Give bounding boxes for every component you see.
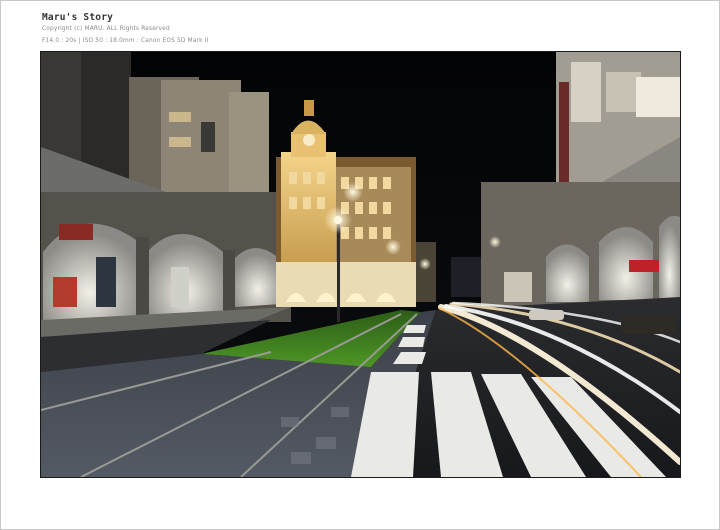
page-title: Maru's Story xyxy=(42,12,114,23)
night-street-photo xyxy=(41,52,680,477)
photo-frame xyxy=(40,51,681,478)
exif-line: F14.0 : 20s | ISO 50 : 18.0mm : Canon EO… xyxy=(42,38,209,44)
parked-car xyxy=(621,314,676,334)
copyright-line: Copyright (c) MARU. ALL Rights Reserved xyxy=(42,26,170,32)
header: Maru's Story Copyright (c) MARU. ALL Rig… xyxy=(42,12,209,47)
